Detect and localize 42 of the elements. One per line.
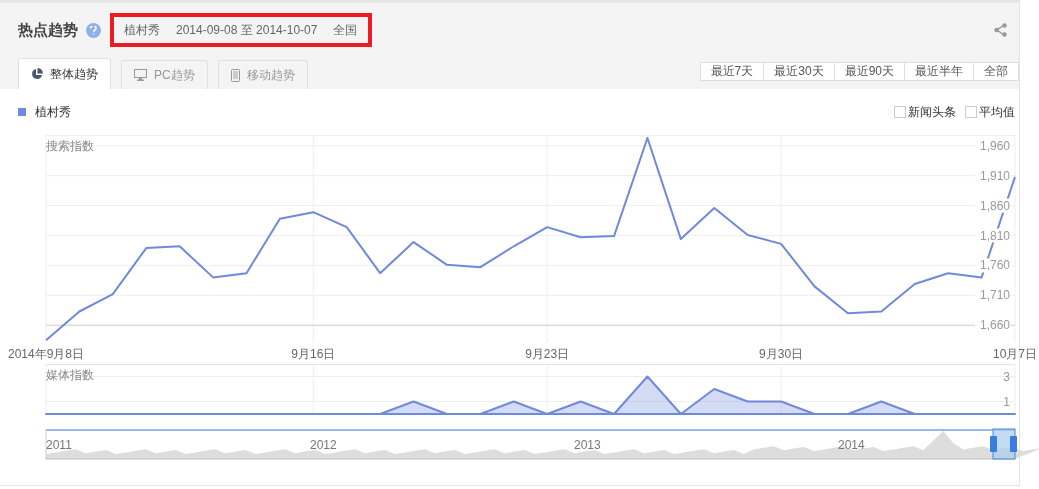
axis-label: 1,960 — [979, 138, 1010, 153]
region-text: 全国 — [333, 21, 358, 39]
axis-label: 9月30日 — [759, 346, 804, 363]
axis-label: 1,910 — [979, 168, 1010, 183]
range-handle[interactable] — [990, 436, 997, 452]
axis-title: 搜索指数 — [46, 139, 94, 153]
axis-label: 9月16日 — [291, 346, 336, 363]
section-title: 热点趋势 — [18, 20, 78, 40]
phone-icon — [230, 68, 240, 82]
date-range-text: 2014-09-08 至 2014-10-07 — [176, 21, 318, 39]
checkbox-label: 新闻头条 — [908, 103, 956, 121]
monitor-icon — [134, 69, 147, 81]
range-button[interactable]: 最近7天 — [699, 62, 765, 81]
axis-label: 1,760 — [979, 258, 1010, 273]
axis-label: 1,660 — [979, 318, 1010, 333]
trend-tab[interactable]: 整体趋势 — [18, 58, 111, 89]
axis-label: 1 — [1003, 394, 1010, 409]
range-button[interactable]: 最近30天 — [763, 62, 835, 81]
axis-label: 3 — [1003, 369, 1010, 384]
checkbox-label: 平均值 — [979, 103, 1015, 121]
axis-label: 2014年9月8日 — [8, 346, 84, 363]
axis-label: 1,810 — [979, 228, 1010, 243]
year-label: 2012 — [310, 438, 337, 452]
pie-chart-icon — [31, 68, 43, 80]
share-icon[interactable] — [994, 23, 1007, 37]
axis-label: 1,860 — [979, 198, 1010, 213]
year-label: 2011 — [46, 438, 72, 452]
checkbox[interactable] — [965, 106, 977, 118]
axis-label: 9月23日 — [525, 346, 570, 363]
keyword-text: 植村秀 — [124, 21, 160, 39]
range-button[interactable]: 全部 — [973, 62, 1019, 81]
help-icon[interactable] — [86, 22, 101, 38]
legend-item[interactable]: 植村秀 — [18, 103, 71, 121]
year-label: 2014 — [838, 438, 865, 452]
checkbox[interactable] — [894, 106, 906, 118]
range-button[interactable]: 最近半年 — [904, 62, 974, 81]
range-handle[interactable] — [1010, 436, 1017, 452]
year-label: 2013 — [574, 438, 601, 452]
axis-title: 媒体指数 — [46, 368, 94, 382]
axis-label: 10月7日 — [993, 346, 1037, 363]
axis-label: 1,710 — [979, 288, 1010, 303]
range-button[interactable]: 最近90天 — [833, 62, 905, 81]
